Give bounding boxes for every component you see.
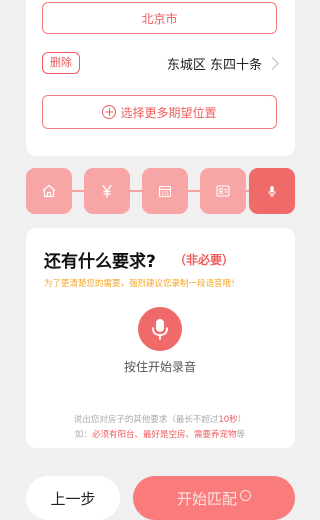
hint-line-2: 如：必须有阳台、最好是空房、需要养宠物等 bbox=[0, 428, 320, 440]
hint-2-prefix: 如： bbox=[74, 430, 92, 440]
city-button[interactable]: 北京市 bbox=[42, 2, 277, 34]
hint-line-1: 说出您对房子的其他要求（最长不超过10秒） bbox=[0, 413, 320, 425]
city-label: 北京市 bbox=[141, 11, 178, 26]
mic-icon bbox=[268, 186, 276, 197]
recording-tip: 为了更清楚您的需要，强烈建议您录制一段语音哦！ bbox=[44, 279, 240, 289]
hint-1-prefix: 说出您对房子的其他要求（最长不超过 bbox=[73, 415, 219, 425]
chevron-right-icon[interactable] bbox=[266, 56, 279, 70]
yen-icon bbox=[102, 184, 112, 198]
question-title: 还有什么要求? bbox=[44, 252, 156, 272]
optional-label: （非必要） bbox=[174, 253, 235, 267]
microphone-icon bbox=[152, 319, 168, 340]
record-label: 按住开始录音 bbox=[123, 360, 196, 374]
step-date[interactable] bbox=[142, 168, 188, 214]
district-label[interactable]: 东城区 东四十条 bbox=[167, 54, 262, 73]
hint-1-suffix: ） bbox=[237, 415, 247, 425]
previous-step-label: 上一步 bbox=[50, 489, 96, 508]
start-matching-label: 开始匹配 bbox=[176, 489, 237, 508]
step-connector bbox=[130, 190, 142, 192]
step-connector bbox=[72, 190, 84, 192]
plus-circle-icon: + bbox=[102, 105, 117, 119]
arrow-right-circle-icon: › bbox=[240, 489, 251, 501]
hint-2-suffix: 等 bbox=[236, 430, 246, 440]
step-voice[interactable] bbox=[249, 168, 295, 214]
hint-2-highlight: 必须有阳台、最好是空房、需要养宠物 bbox=[91, 430, 237, 440]
start-matching-button[interactable]: 开始匹配 › bbox=[133, 476, 295, 520]
step-connector bbox=[188, 190, 200, 192]
step-profile[interactable] bbox=[200, 168, 246, 214]
add-location-label: 选择更多期望位置 bbox=[120, 105, 217, 120]
calendar-icon bbox=[158, 185, 172, 198]
record-button[interactable] bbox=[138, 307, 182, 351]
home-icon bbox=[42, 184, 56, 198]
hint-1-highlight: 10秒 bbox=[218, 415, 238, 425]
previous-step-button[interactable]: 上一步 bbox=[26, 476, 120, 520]
step-budget[interactable] bbox=[84, 168, 130, 214]
add-location-button[interactable]: + 选择更多期望位置 bbox=[42, 95, 277, 129]
id-card-icon bbox=[216, 185, 230, 197]
delete-button[interactable]: 删除 bbox=[42, 52, 80, 74]
step-indicator bbox=[26, 168, 295, 214]
district-row: 删除 东城区 东四十条 bbox=[42, 48, 279, 78]
step-home[interactable] bbox=[26, 168, 72, 214]
